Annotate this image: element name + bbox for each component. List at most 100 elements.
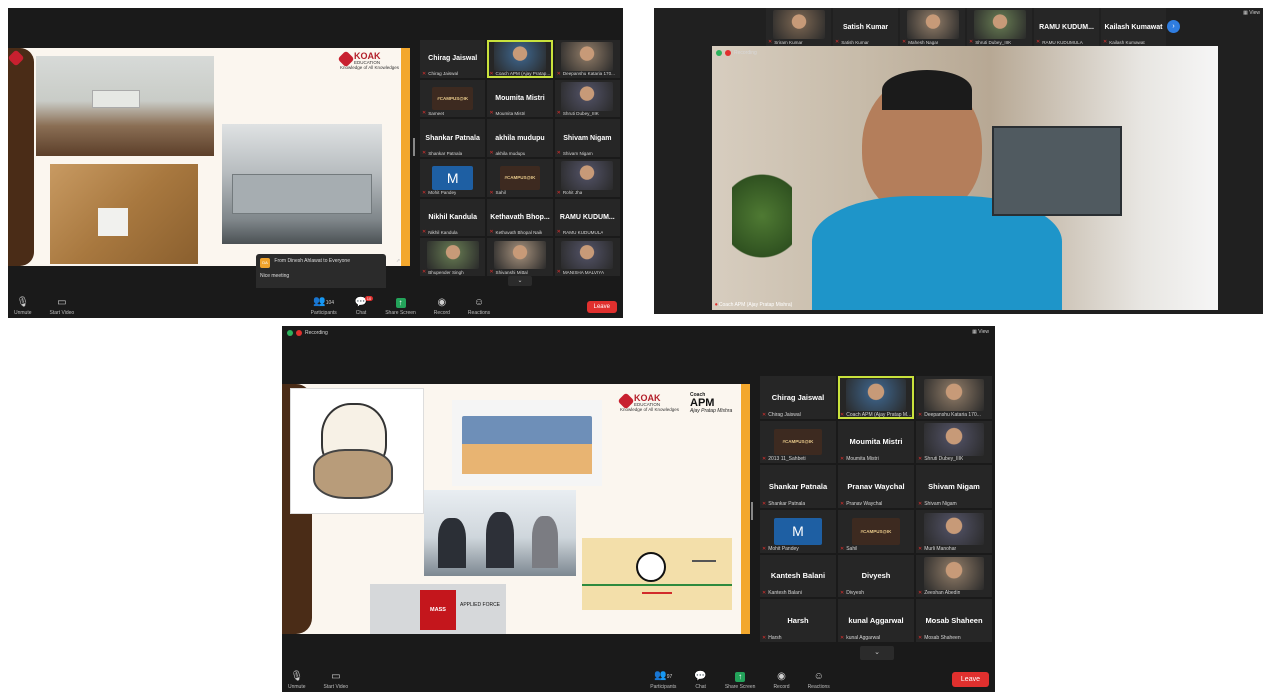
participant-video	[923, 378, 985, 411]
zoom-screenshot-1: KOAK EDUCATION Knowledge of All Knowledg…	[8, 8, 623, 318]
chat-button[interactable]: 💬 10 Chat	[355, 296, 374, 316]
mic-muted-icon: ✕	[556, 189, 561, 196]
participant-label: ✕ Shruti Dubey_IIIK	[557, 110, 599, 116]
letter-avatar: M	[774, 518, 822, 545]
participant-tile[interactable]: ✕ Bhupender Singh	[420, 238, 486, 276]
participants-button[interactable]: 👥97 Participants	[650, 671, 676, 691]
participant-tile[interactable]: akhila mudupu ✕ akhila mudupu	[487, 119, 553, 157]
participant-tile[interactable]: ✕ Shruti Dubey_IIIK	[554, 79, 620, 118]
participant-tile[interactable]: Shivam Nigam ✕ Shivam Nigam	[916, 465, 992, 508]
participant-tile[interactable]: Kantesh Balani ✕ Kantesh Balani	[760, 554, 836, 598]
participant-tile[interactable]: M ✕ Mohit Pandey	[760, 510, 836, 553]
participant-tile[interactable]: Pranav Waychal ✕ Pranav Waychal	[838, 465, 914, 508]
participant-tile[interactable]: Shankar Patnala ✕ Shankar Patnala	[760, 465, 836, 508]
chat-badge: 10	[364, 296, 374, 301]
participant-tile[interactable]: ✕ Zeeshan Abedin	[916, 554, 992, 598]
participant-tile[interactable]: M ✕ Mohit Pandey	[420, 159, 486, 197]
participant-tile[interactable]: Shankar Patnala ✕ Shankar Patnala	[420, 119, 486, 157]
participant-tile[interactable]: Harsh ✕ Harsh	[760, 599, 836, 642]
recording-dot-icon	[296, 330, 302, 336]
gallery-next-chevron-icon[interactable]: ⌄	[860, 646, 894, 660]
participant-tile[interactable]: ✕ Sriram Kumar	[766, 8, 831, 46]
participant-tile[interactable]: RAMU KUDUM... ✕ RAMU KUDUMULA	[554, 198, 620, 237]
participant-tile[interactable]: ✕ Mahesh Nagar	[900, 8, 965, 46]
participant-label-text: Mosab Shaheen	[924, 635, 961, 641]
participant-tile[interactable]: Moumita Mistri ✕ Moumita Mistri	[838, 420, 914, 464]
strip-next-icon[interactable]: ›	[1167, 20, 1180, 33]
participant-tile[interactable]: ✕ Shruti Dubey_IIIK	[967, 8, 1032, 46]
participant-tile[interactable]: ✕ Shruti Dubey_IIIK	[916, 420, 992, 464]
toast-close-icon[interactable]: ⇗	[396, 258, 400, 264]
participant-tile[interactable]: ✕ Murli Manohar	[916, 510, 992, 553]
start-video-button[interactable]: ▭ Start Video	[50, 298, 75, 317]
participant-label-text: 2013 11_Sahbeti	[768, 456, 806, 463]
participant-tile[interactable]: ✕ Shivanshi Mittal	[487, 238, 553, 276]
chat-notification-title: From Dinesh Ahlawat to Everyone	[274, 258, 350, 264]
participant-display-name: Shankar Patnala	[768, 482, 828, 492]
participant-label-text: Sameet	[428, 110, 445, 116]
participant-tile[interactable]: Chirag Jaiswal ✕ Chirag Jaiswal	[760, 376, 836, 419]
record-button[interactable]: ◉ Record	[434, 298, 450, 317]
reactions-icon: ☺	[473, 297, 485, 308]
participant-tile[interactable]: Mosab Shaheen ✕ Mosab Shaheen	[916, 599, 992, 642]
mic-muted-icon: ✕	[762, 590, 767, 597]
start-video-button[interactable]: ▭ Start Video	[324, 672, 349, 691]
participant-label: ✕ Deepanshu Kataria 170...	[918, 412, 981, 418]
participant-display-name: Moumita Mistri	[849, 437, 903, 447]
chat-button[interactable]: 💬 Chat	[694, 672, 706, 691]
participant-label: ✕ Sahil	[489, 190, 505, 196]
participant-label-text: Shivam Nigam	[924, 501, 957, 507]
participant-label-text: Mohit Pandey	[428, 190, 457, 196]
participant-tile[interactable]: ✕ Coach APM (Ajay Pratap...	[487, 40, 553, 78]
unmute-button[interactable]: 🎙 Unmute	[14, 298, 32, 317]
mic-muted-icon: ✕	[489, 110, 494, 117]
participant-tile[interactable]: Satish Kumar ✕ Satish Kumar	[833, 8, 898, 46]
participant-tile[interactable]: ✕ MANISHA MALVIYA	[554, 238, 620, 276]
mic-muted-icon: ✕	[762, 501, 767, 507]
view-toggle[interactable]: ▦ View	[972, 329, 989, 335]
participant-label: ✕ MANISHA MALVIYA	[557, 269, 604, 275]
leave-button[interactable]: Leave	[951, 672, 989, 687]
participant-tile[interactable]: Divyesh ✕ Divyesh	[838, 554, 914, 598]
participant-label-text: Satish Kumar	[841, 39, 869, 45]
participant-tile[interactable]: #CAMPUS@IK ✕ Sahil	[487, 159, 553, 197]
share-screen-button[interactable]: ↑ Share Screen	[385, 298, 416, 316]
participant-tile[interactable]: #CAMPUS@IK ✕ 2013 11_Sahbeti	[760, 420, 836, 464]
gallery-next-chevron-icon[interactable]: ⌄	[508, 276, 532, 286]
mic-muted-icon: ✕	[840, 545, 845, 552]
participant-label: ✕ Sameet	[422, 110, 444, 116]
participant-tile[interactable]: ✕ Rohit Jha	[554, 159, 620, 197]
participant-tile[interactable]: Moumita Mistri ✕ Moumita Mistri	[487, 79, 553, 118]
leave-button[interactable]: Leave	[586, 301, 617, 313]
participant-tile[interactable]: ✕ Coach APM (Ajay Pratap M...	[838, 376, 914, 419]
record-button[interactable]: ◉ Record	[773, 672, 789, 691]
share-screen-button[interactable]: ↑ Share Screen	[725, 672, 755, 690]
plant-decoration	[732, 166, 792, 266]
participant-label-text: Rohit Jha	[562, 190, 583, 196]
reactions-button[interactable]: ☺ Reactions	[808, 672, 830, 691]
campus-avatar: #CAMPUS@IK	[499, 166, 541, 190]
participant-tile[interactable]: #CAMPUS@IK ✕ Sameet	[420, 79, 486, 118]
reactions-button[interactable]: ☺ Reactions	[468, 297, 490, 317]
participant-label-text: Sahil	[495, 190, 506, 196]
participant-tile[interactable]: ✕ Deepanshu Kataria 170...	[554, 40, 620, 78]
participant-tile[interactable]: Chirag Jaiswal ✕ Chirag Jaiswal	[420, 40, 486, 78]
splitter-handle[interactable]	[751, 502, 753, 520]
participant-tile[interactable]: Shivam Nigam ✕ Shivam Nigam	[554, 119, 620, 157]
participant-label: ✕ Shivam Nigam	[557, 150, 593, 156]
logo-tagline: Knowledge of All Knowledges	[620, 407, 680, 412]
participant-tile[interactable]: RAMU KUDUM... ✕ RAMU KUDUMULA	[1034, 8, 1099, 46]
view-label: View	[978, 329, 989, 335]
participant-tile[interactable]: ✕ Deepanshu Kataria 170...	[916, 376, 992, 419]
participant-tile[interactable]: Kethavath Bhop... ✕ Kethavath Bhopal Naik	[487, 198, 553, 237]
unmute-button[interactable]: 🎙 Unmute	[288, 672, 306, 691]
participant-label-text: Shruti Dubey_IIIK	[562, 110, 599, 116]
participant-tile[interactable]: Nikhil Kandula ✕ Nikhil Kandula	[420, 198, 486, 237]
splitter-handle[interactable]	[413, 138, 415, 156]
participants-button[interactable]: 👥104 Participants	[311, 297, 337, 317]
participant-tile[interactable]: Kailash Kumawat ✕ Kailash Kumawat	[1101, 8, 1166, 46]
view-toggle[interactable]: ▦ View	[1243, 10, 1260, 16]
participant-tile[interactable]: kunal Aggarwal ✕ kunal Aggarwal	[838, 599, 914, 642]
participant-tile[interactable]: #CAMPUS@IK ✕ Sahil	[838, 510, 914, 553]
mic-muted-icon: ✕	[489, 189, 494, 196]
